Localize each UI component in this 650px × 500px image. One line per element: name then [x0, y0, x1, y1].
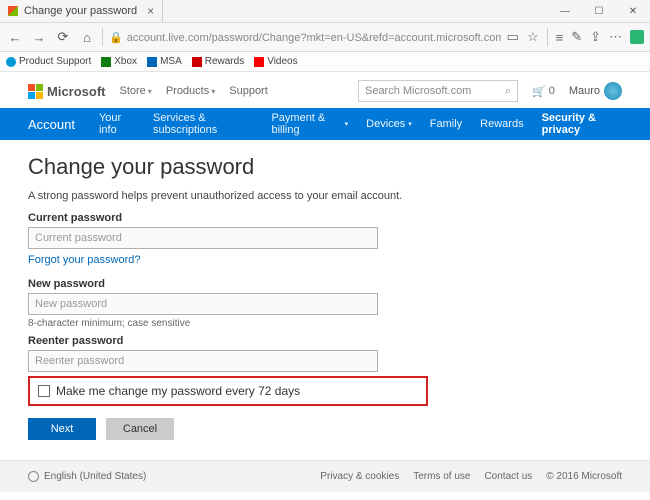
forward-button[interactable]: →	[30, 28, 48, 46]
current-password-input[interactable]: Current password	[28, 227, 378, 249]
header-menu-products[interactable]: Products▾	[166, 85, 215, 97]
nav-services[interactable]: Services & subscriptions	[153, 112, 253, 136]
favorite-icon[interactable]: ☆	[527, 29, 539, 45]
reading-view-icon[interactable]: ▭	[507, 29, 519, 45]
header-menu-support[interactable]: Support	[229, 85, 268, 97]
form-buttons: Next Cancel	[28, 418, 622, 440]
refresh-button[interactable]: ⟳	[54, 28, 72, 46]
lock-icon: 🔒	[109, 32, 123, 44]
chevron-down-icon: ▾	[148, 87, 152, 96]
nav-payment[interactable]: Payment & billing▾	[271, 112, 348, 136]
close-button[interactable]: ✕	[616, 0, 650, 22]
cart-icon: 🛒	[532, 85, 546, 98]
cancel-button[interactable]: Cancel	[106, 418, 174, 440]
brand-text: Microsoft	[47, 84, 106, 99]
chevron-down-icon: ▾	[408, 120, 412, 128]
favorite-link[interactable]: Product Support	[6, 56, 91, 67]
next-button[interactable]: Next	[28, 418, 96, 440]
footer-link-privacy[interactable]: Privacy & cookies	[320, 471, 399, 482]
site-header: Microsoft Store▾ Products▾ Support Searc…	[0, 72, 650, 108]
header-menu-store[interactable]: Store▾	[120, 85, 152, 97]
nav-devices[interactable]: Devices▾	[366, 118, 412, 130]
globe-icon	[28, 471, 39, 482]
favorite-link[interactable]: Rewards	[192, 56, 244, 67]
microsoft-logo[interactable]: Microsoft	[28, 84, 106, 99]
language-selector[interactable]: English (United States)	[44, 471, 146, 482]
toolbar-actions: ▭ ☆ ≡ ✎ ⇪ ⋯	[507, 28, 644, 46]
cart-button[interactable]: 🛒0	[532, 85, 555, 98]
nav-security-privacy[interactable]: Security & privacy	[542, 112, 622, 136]
checkbox-label: Make me change my password every 72 days	[56, 384, 300, 398]
footer-copyright: © 2016 Microsoft	[546, 471, 622, 482]
hub-icon[interactable]: ≡	[556, 30, 564, 45]
avatar	[604, 82, 622, 100]
more-icon[interactable]: ⋯	[609, 29, 622, 45]
change-every-72-days-row: Make me change my password every 72 days	[28, 376, 428, 406]
username: Mauro	[569, 85, 600, 97]
tab-close-icon[interactable]: ×	[147, 4, 154, 18]
change-every-72-days-checkbox[interactable]	[38, 385, 50, 397]
user-menu[interactable]: Mauro	[569, 82, 622, 100]
page-title: Change your password	[28, 154, 622, 180]
favorite-link[interactable]: MSA	[147, 56, 182, 67]
home-button[interactable]: ⌂	[78, 28, 96, 46]
search-placeholder: Search Microsoft.com	[365, 85, 471, 97]
cart-count: 0	[549, 85, 555, 97]
maximize-button[interactable]: ☐	[582, 0, 616, 22]
current-password-label: Current password	[28, 212, 622, 224]
url-text: account.live.com/password/Change?mkt=en-…	[127, 32, 501, 44]
reenter-password-label: Reenter password	[28, 335, 622, 347]
search-input[interactable]: Search Microsoft.com ⌕	[358, 80, 518, 102]
favorites-bar: Product Support Xbox MSA Rewards Videos	[0, 52, 650, 72]
page-description: A strong password helps prevent unauthor…	[28, 190, 622, 202]
password-hint: 8-character minimum; case sensitive	[28, 318, 622, 329]
footer-link-contact[interactable]: Contact us	[484, 471, 532, 482]
chevron-down-icon: ▾	[211, 87, 215, 96]
window-titlebar: Change your password × — ☐ ✕	[0, 0, 650, 22]
address-bar[interactable]: 🔒 account.live.com/password/Change?mkt=en…	[109, 31, 501, 44]
notes-icon[interactable]: ✎	[571, 29, 582, 45]
nav-brand[interactable]: Account	[28, 117, 75, 132]
reenter-password-input[interactable]: Reenter password	[28, 350, 378, 372]
account-nav: Account Your info Services & subscriptio…	[0, 108, 650, 140]
window-controls: — ☐ ✕	[548, 0, 650, 22]
footer-link-terms[interactable]: Terms of use	[413, 471, 470, 482]
share-icon[interactable]: ⇪	[590, 29, 601, 45]
search-icon[interactable]: ⌕	[505, 85, 511, 98]
nav-family[interactable]: Family	[430, 118, 462, 130]
main-content: Change your password A strong password h…	[0, 140, 650, 446]
favorite-link[interactable]: Xbox	[101, 56, 137, 67]
security-shield-icon[interactable]	[630, 30, 644, 44]
chevron-down-icon: ▾	[345, 120, 349, 128]
favorite-link[interactable]: Videos	[254, 56, 297, 67]
site-footer: English (United States) Privacy & cookie…	[0, 460, 650, 492]
browser-tab[interactable]: Change your password ×	[0, 0, 163, 22]
page-content: Microsoft Store▾ Products▾ Support Searc…	[0, 72, 650, 492]
forgot-password-link[interactable]: Forgot your password?	[28, 254, 141, 266]
new-password-label: New password	[28, 278, 622, 290]
nav-your-info[interactable]: Your info	[99, 112, 135, 136]
minimize-button[interactable]: —	[548, 0, 582, 22]
tab-favicon	[8, 6, 18, 16]
browser-toolbar: ← → ⟳ ⌂ 🔒 account.live.com/password/Chang…	[0, 22, 650, 52]
separator	[547, 28, 548, 46]
tab-title: Change your password	[24, 5, 137, 17]
new-password-input[interactable]: New password	[28, 293, 378, 315]
back-button[interactable]: ←	[6, 28, 24, 46]
nav-rewards[interactable]: Rewards	[480, 118, 523, 130]
separator	[102, 28, 103, 46]
